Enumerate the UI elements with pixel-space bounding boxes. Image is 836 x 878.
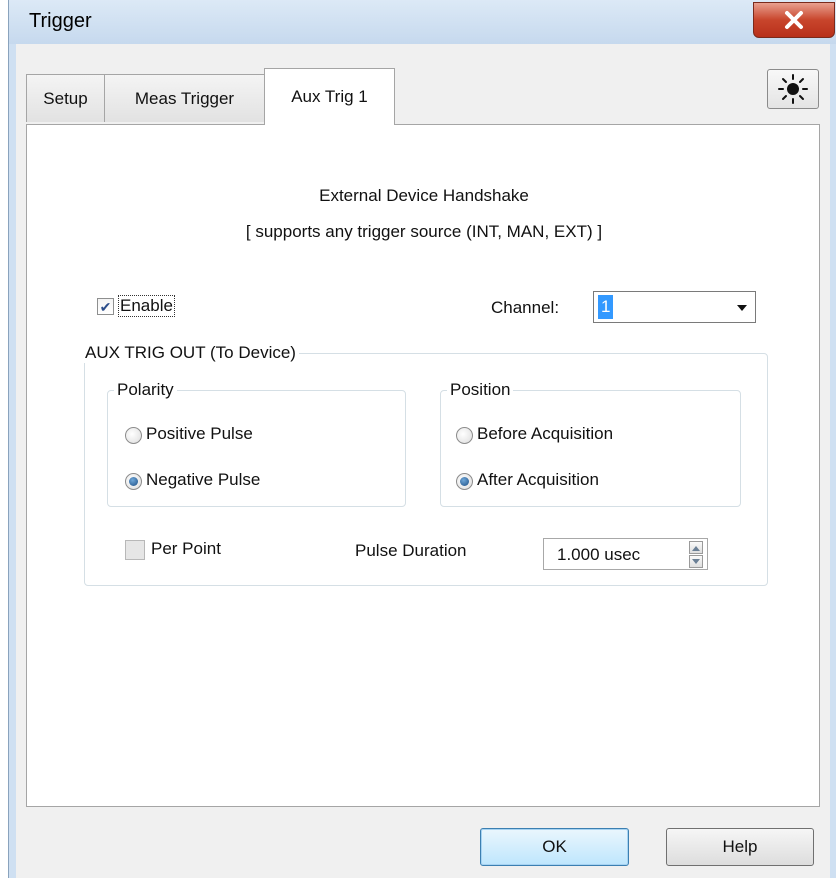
spin-down-button[interactable] — [689, 555, 703, 568]
polarity-group: Polarity Positive Pulse Negative Pulse — [107, 380, 406, 507]
title-bar[interactable]: Trigger — [9, 0, 836, 44]
pulse-duration-label: Pulse Duration — [355, 541, 467, 560]
negative-pulse-label[interactable]: Negative Pulse — [146, 470, 260, 490]
position-legend: Position — [447, 380, 514, 400]
trigger-dialog: Trigger Setup Meas Trigger Aux Trig 1 Ex… — [8, 0, 836, 878]
negative-pulse-radio[interactable] — [125, 473, 142, 490]
tab-aux-trig-1[interactable]: Aux Trig 1 — [264, 68, 395, 125]
sun-button[interactable] — [767, 69, 819, 109]
channel-value: 1 — [598, 295, 614, 319]
polarity-legend: Polarity — [114, 380, 177, 400]
aux-trig-panel: External Device Handshake [ supports any… — [26, 124, 820, 807]
tab-setup[interactable]: Setup — [26, 74, 105, 122]
help-button[interactable]: Help — [666, 828, 814, 866]
chevron-down-icon — [692, 558, 700, 564]
tab-meas-trigger[interactable]: Meas Trigger — [104, 74, 265, 122]
heading: External Device Handshake — [319, 186, 529, 205]
position-group: Position Before Acquisition After Acquis… — [440, 380, 741, 507]
dialog-client: Setup Meas Trigger Aux Trig 1 External D — [16, 44, 830, 878]
pulse-duration-value: 1.000 usec — [557, 545, 641, 564]
per-point-checkbox[interactable] — [125, 540, 145, 560]
spin-up-button[interactable] — [689, 541, 703, 554]
pulse-duration-stepper[interactable]: 1.000 usec — [543, 538, 708, 570]
per-point-label[interactable]: Per Point — [151, 539, 221, 559]
close-button[interactable] — [753, 2, 835, 38]
chevron-down-icon — [737, 305, 747, 311]
sun-icon — [778, 74, 808, 104]
channel-label: Channel: — [491, 298, 560, 317]
ok-button[interactable]: OK — [480, 828, 629, 866]
enable-label[interactable]: Enable — [118, 295, 175, 317]
positive-pulse-label[interactable]: Positive Pulse — [146, 424, 253, 444]
close-icon — [785, 11, 803, 29]
after-acquisition-label[interactable]: After Acquisition — [477, 470, 599, 490]
after-acquisition-radio[interactable] — [456, 473, 473, 490]
before-acquisition-label[interactable]: Before Acquisition — [477, 424, 613, 444]
positive-pulse-radio[interactable] — [125, 427, 142, 444]
window-title: Trigger — [29, 10, 92, 32]
before-acquisition-radio[interactable] — [456, 427, 473, 444]
enable-checkbox[interactable]: ✔ — [97, 298, 114, 315]
channel-select[interactable]: 1 — [593, 291, 756, 323]
aux-trig-out-legend: AUX TRIG OUT (To Device) — [82, 343, 299, 363]
chevron-up-icon — [692, 545, 700, 551]
subheading: [ supports any trigger source (INT, MAN,… — [245, 222, 603, 241]
